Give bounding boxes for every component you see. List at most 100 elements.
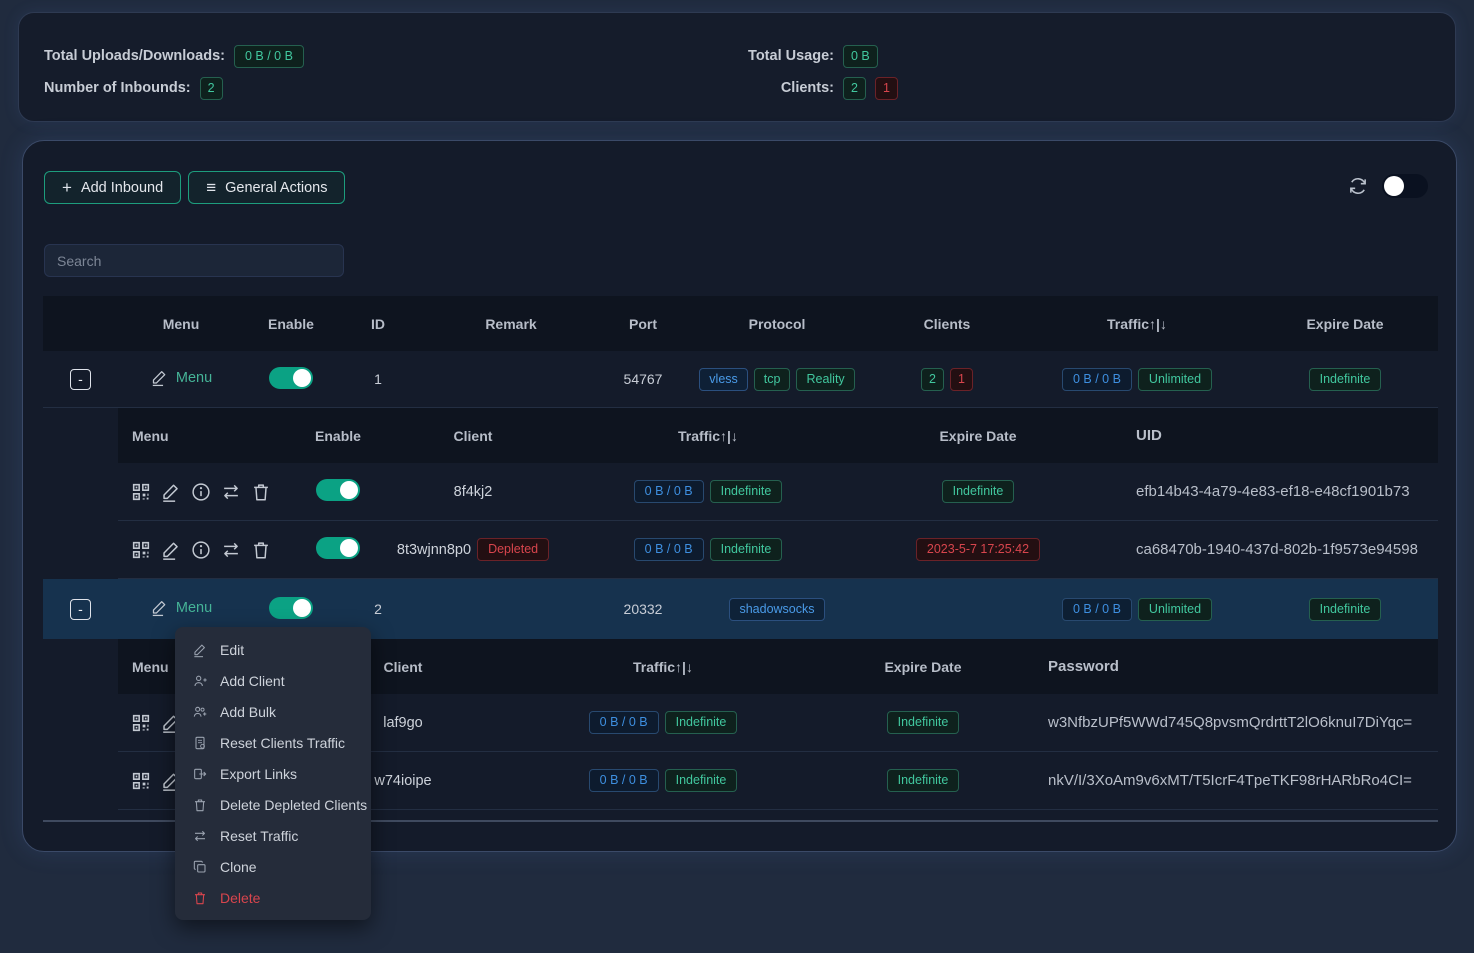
transport-tag: tcp [754, 368, 791, 391]
swap-arrows-icon[interactable] [220, 481, 242, 503]
menu-item-label: Export Links [220, 766, 297, 782]
qr-code-icon[interactable] [130, 770, 152, 792]
protocol-tag: shadowsocks [729, 598, 824, 621]
sub-header-traffic[interactable]: Traffic↑|↓ [558, 428, 858, 444]
general-actions-button[interactable]: ≡ General Actions [188, 171, 345, 204]
menu-item-edit[interactable]: Edit [175, 634, 371, 665]
edit-pencil-icon [150, 598, 169, 617]
inbound-protocol-tags: vless tcp Reality [682, 368, 872, 391]
client-enable-toggle[interactable] [316, 537, 360, 559]
sub-header-enable: Enable [288, 428, 388, 444]
total-usage-value: 0 B [843, 45, 878, 68]
menu-item-label: Reset Traffic [220, 828, 298, 844]
menu-item-reset-clients-traffic[interactable]: Reset Clients Traffic [175, 727, 371, 758]
info-circle-icon[interactable] [190, 481, 212, 503]
client-name: 8t3wjnn8p0 [397, 542, 471, 558]
qr-code-icon[interactable] [130, 481, 152, 503]
client-row-2: 8t3wjnn8p0 Depleted 0 B / 0 B Indefinite… [118, 521, 1438, 579]
header-id: ID [338, 316, 418, 332]
stat-clients: Clients: 2 1 [719, 72, 898, 104]
clients-depleted-badge: 1 [950, 368, 973, 391]
client-enable-toggle[interactable] [316, 479, 360, 501]
protocol-tag: vless [699, 368, 747, 391]
uploads-downloads-value: 0 B / 0 B [234, 45, 304, 68]
edit-pencil-icon[interactable] [160, 481, 182, 503]
traffic-limit-badge: Unlimited [1138, 368, 1212, 391]
inbound-protocol-tags: shadowsocks [682, 598, 872, 621]
menu-item-label: Clone [220, 859, 257, 875]
menu-item-label: Delete [220, 890, 260, 906]
swap-arrows-icon[interactable] [220, 539, 242, 561]
client-traffic-badge: 0 B / 0 B [634, 538, 704, 561]
clients-subtable-1-header: Menu Enable Client Traffic↑|↓ Expire Dat… [118, 408, 1438, 463]
menu-item-label: Delete Depleted Clients [220, 797, 367, 813]
client-traffic-limit-badge: Indefinite [710, 480, 783, 503]
client-uid: efb14b43-4a79-4e83-ef18-e48cf1901b73 [1098, 483, 1438, 500]
add-inbound-label: Add Inbound [81, 180, 163, 196]
menu-item-delete-depleted-clients[interactable]: Delete Depleted Clients [175, 789, 371, 820]
header-expire-date: Expire Date [1252, 316, 1438, 332]
export-icon [192, 766, 208, 782]
plus-icon: + [62, 178, 72, 198]
menu-item-delete[interactable]: Delete [175, 882, 371, 913]
sub-header-traffic[interactable]: Traffic↑|↓ [518, 659, 808, 675]
client-traffic-limit-badge: Indefinite [665, 711, 738, 734]
number-of-inbounds-label: Number of Inbounds: [44, 80, 191, 96]
qr-code-icon[interactable] [130, 539, 152, 561]
client-traffic-limit-badge: Indefinite [665, 769, 738, 792]
client-password: w3NfbzUPf5WWd745Q8pvsmQrdrttT2lO6knuI7Di… [1038, 714, 1438, 731]
stat-number-of-inbounds: Number of Inbounds: 2 [44, 72, 304, 104]
depleted-badge: Depleted [477, 538, 549, 561]
collapse-button[interactable]: - [70, 599, 91, 620]
trash-icon[interactable] [250, 539, 272, 561]
traffic-badge: 0 B / 0 B [1062, 368, 1132, 391]
swap-arrows-icon [192, 828, 208, 844]
client-expire-badge: 2023-5-7 17:25:42 [916, 538, 1040, 561]
stat-uploads-downloads: Total Uploads/Downloads: 0 B / 0 B [44, 40, 304, 72]
enable-toggle[interactable] [269, 367, 313, 389]
header-traffic[interactable]: Traffic↑|↓ [1022, 316, 1252, 332]
menu-item-label: Add Client [220, 673, 285, 689]
expire-badge: Indefinite [1309, 598, 1382, 621]
client-traffic-limit-badge: Indefinite [710, 538, 783, 561]
info-circle-icon[interactable] [190, 539, 212, 561]
enable-toggle[interactable] [269, 597, 313, 619]
clients-label: Clients: [719, 80, 834, 96]
client-expire-badge: Indefinite [887, 769, 960, 792]
search-input[interactable] [44, 244, 344, 277]
qr-code-icon[interactable] [130, 712, 152, 734]
edit-pencil-icon[interactable] [160, 539, 182, 561]
clients-active-badge: 2 [921, 368, 944, 391]
security-tag: Reality [796, 368, 854, 391]
client-row-1: 8f4kj2 0 B / 0 B Indefinite Indefinite e… [118, 463, 1438, 521]
menu-item-add-bulk[interactable]: Add Bulk [175, 696, 371, 727]
menu-item-export-links[interactable]: Export Links [175, 758, 371, 789]
trash-icon [192, 890, 208, 906]
header-remark: Remark [418, 316, 604, 332]
traffic-badge: 0 B / 0 B [1062, 598, 1132, 621]
sub-header-expire-date: Expire Date [858, 428, 1098, 444]
header-enable: Enable [244, 316, 338, 332]
inbound-port: 54767 [604, 371, 682, 387]
collapse-button[interactable]: - [70, 369, 91, 390]
menu-item-add-client[interactable]: Add Client [175, 665, 371, 696]
theme-toggle[interactable] [1382, 174, 1428, 198]
menu-item-reset-traffic[interactable]: Reset Traffic [175, 820, 371, 851]
header-menu: Menu [118, 316, 244, 332]
refresh-icon[interactable] [1347, 175, 1369, 197]
header-protocol: Protocol [682, 316, 872, 332]
add-inbound-button[interactable]: + Add Inbound [44, 171, 181, 204]
client-expire-badge: Indefinite [942, 480, 1015, 503]
inbound-menu-button[interactable]: Menu [150, 368, 212, 387]
expire-badge: Indefinite [1309, 368, 1382, 391]
trash-icon [192, 797, 208, 813]
toolbar: + Add Inbound ≡ General Actions [44, 171, 345, 204]
menu-item-label: Reset Clients Traffic [220, 735, 345, 751]
inbound-menu-button[interactable]: Menu [150, 598, 212, 617]
menu-item-clone[interactable]: Clone [175, 851, 371, 882]
sub-header-password: Password [1038, 658, 1438, 675]
inbound-port: 20332 [604, 601, 682, 617]
trash-icon[interactable] [250, 481, 272, 503]
user-plus-icon [192, 673, 208, 689]
menu-item-label: Edit [220, 642, 244, 658]
